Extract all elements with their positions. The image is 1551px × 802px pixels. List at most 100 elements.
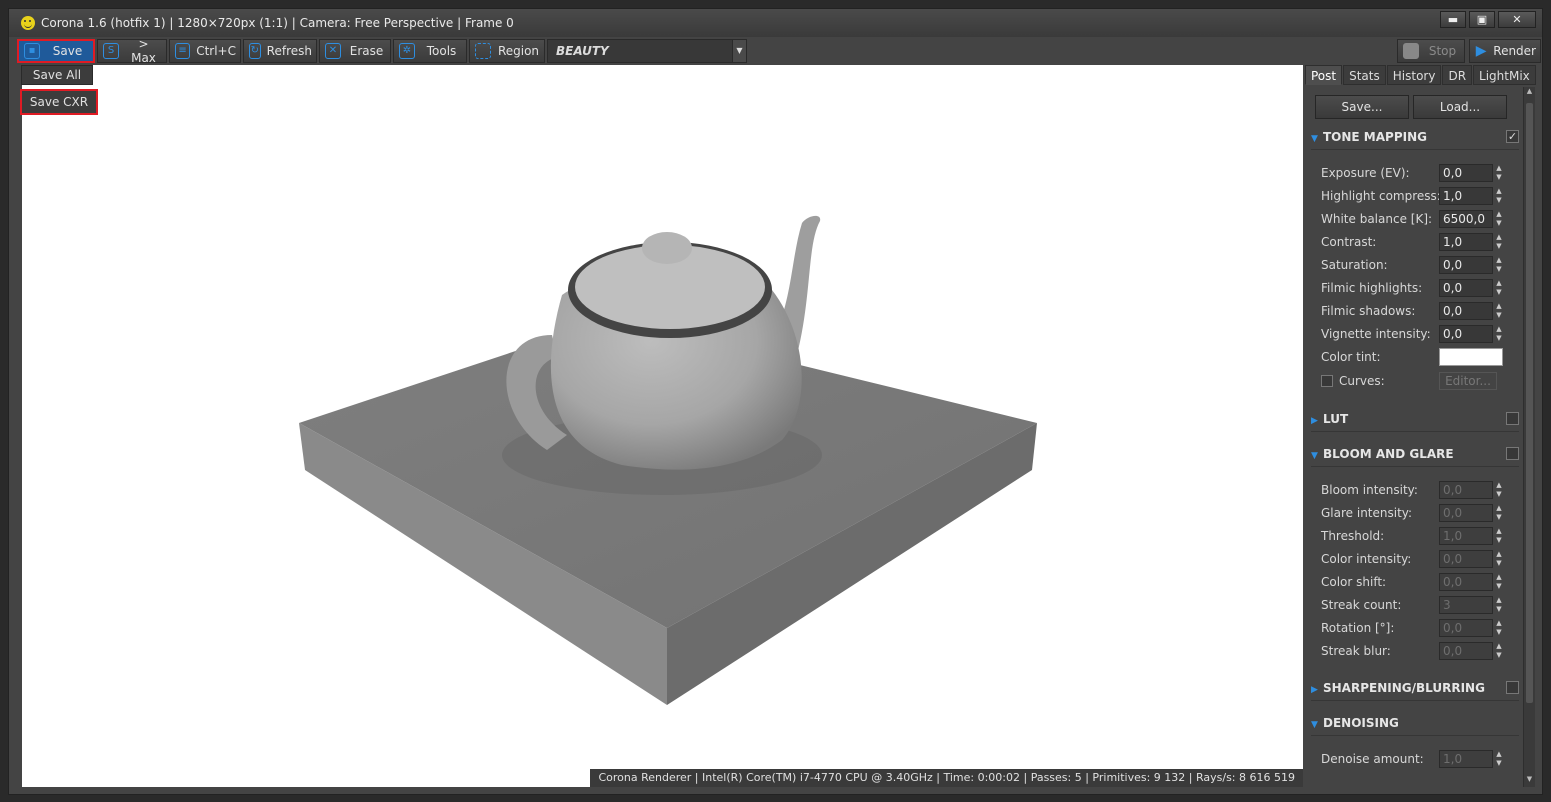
lut-header[interactable]: ▶ LUT [1311, 409, 1519, 429]
glare-intensity-row: Glare intensity: 0,0 ▲ ▼ [1321, 504, 1503, 522]
render-button[interactable]: ▶ Render [1469, 39, 1541, 63]
spinner-icon[interactable]: ▲ ▼ [1495, 187, 1503, 205]
post-save-button[interactable]: Save... [1315, 95, 1409, 119]
stop-button[interactable]: Stop [1397, 39, 1465, 63]
minimize-button[interactable]: ▬ [1440, 11, 1466, 28]
spinner-icon[interactable]: ▲ ▼ [1495, 750, 1503, 768]
threshold-row: Threshold: 1,0 ▲ ▼ [1321, 527, 1503, 545]
denoise-amount-input[interactable]: 1,0 [1439, 750, 1493, 768]
refresh-icon: ↻ [249, 43, 261, 59]
render-image [299, 215, 1037, 705]
tab-stats[interactable]: Stats [1343, 65, 1386, 85]
erase-x-icon: ✕ [325, 43, 341, 59]
divider [1311, 466, 1519, 467]
erase-button[interactable]: ✕ Erase [319, 39, 391, 63]
region-button[interactable]: Region [469, 39, 545, 63]
highlight-compress-row: Highlight compress: 1,0 ▲ ▼ [1321, 187, 1503, 205]
close-button[interactable]: ✕ [1498, 11, 1536, 28]
threshold-input[interactable]: 1,0 [1439, 527, 1493, 545]
tools-button[interactable]: ✲ Tools [393, 39, 467, 63]
background-edge [1544, 0, 1551, 802]
save-cxr-menu-item[interactable]: Save CXR [20, 89, 98, 115]
scrollbar-thumb[interactable] [1526, 103, 1533, 703]
color-shift-input[interactable]: 0,0 [1439, 573, 1493, 591]
spinner-icon[interactable]: ▲ ▼ [1495, 504, 1503, 522]
tab-lightmix[interactable]: LightMix [1473, 65, 1536, 85]
spinner-icon[interactable]: ▲ ▼ [1495, 642, 1503, 660]
tone-mapping-header[interactable]: ▼ TONE MAPPING ✓ [1311, 127, 1519, 147]
divider [1311, 735, 1519, 736]
render-status-bar: Corona Renderer | Intel(R) Core(TM) i7-4… [590, 769, 1303, 787]
bloom-glare-checkbox[interactable] [1506, 447, 1519, 460]
rotation-input[interactable]: 0,0 [1439, 619, 1493, 637]
curves-checkbox[interactable] [1321, 375, 1333, 387]
copy-button[interactable]: ≡ Ctrl+C [169, 39, 241, 63]
denoising-header[interactable]: ▼ DENOISING [1311, 713, 1519, 733]
panel-scrollbar[interactable]: ▲ ▼ [1523, 87, 1535, 787]
spinner-icon[interactable]: ▲ ▼ [1495, 481, 1503, 499]
spinner-icon[interactable]: ▲ ▼ [1495, 164, 1503, 182]
contrast-input[interactable]: 1,0 [1439, 233, 1493, 251]
saturation-input[interactable]: 0,0 [1439, 256, 1493, 274]
streak-count-row: Streak count: 3 ▲ ▼ [1321, 596, 1503, 614]
spinner-icon[interactable]: ▲ ▼ [1495, 210, 1503, 228]
white-balance-row: White balance [K]: 6500,0 ▲ ▼ [1321, 210, 1503, 228]
save-button[interactable]: ▪ Save [17, 39, 95, 63]
vfb-window: Corona 1.6 (hotfix 1) | 1280×720px (1:1)… [8, 8, 1543, 795]
spinner-icon[interactable]: ▲ ▼ [1495, 233, 1503, 251]
exposure-row: Exposure (EV): 0,0 ▲ ▼ [1321, 164, 1503, 182]
refresh-button[interactable]: ↻ Refresh [243, 39, 317, 63]
color-tint-row: Color tint: [1321, 347, 1521, 367]
filmic-shadows-input[interactable]: 0,0 [1439, 302, 1493, 320]
stop-icon [1403, 43, 1419, 59]
to-max-button[interactable]: S > Max [97, 37, 167, 65]
spinner-icon[interactable]: ▲ ▼ [1495, 550, 1503, 568]
divider [1311, 700, 1519, 701]
sharpening-header[interactable]: ▶ SHARPENING/BLURRING [1311, 678, 1519, 698]
lut-checkbox[interactable] [1506, 412, 1519, 425]
tab-dr[interactable]: DR [1442, 65, 1473, 85]
spinner-icon[interactable]: ▲ ▼ [1495, 573, 1503, 591]
play-icon: ▶ [1475, 43, 1487, 59]
render-viewport[interactable]: Corona Renderer | Intel(R) Core(TM) i7-4… [22, 65, 1303, 787]
curves-editor-button[interactable]: Editor... [1439, 372, 1497, 390]
exposure-input[interactable]: 0,0 [1439, 164, 1493, 182]
tone-mapping-checkbox[interactable]: ✓ [1506, 130, 1519, 143]
divider [1311, 431, 1519, 432]
teapot-lid-knob [642, 232, 692, 264]
tab-history[interactable]: History [1386, 65, 1442, 85]
glare-intensity-input[interactable]: 0,0 [1439, 504, 1493, 522]
filmic-highlights-input[interactable]: 0,0 [1439, 279, 1493, 297]
spinner-icon[interactable]: ▲ ▼ [1495, 256, 1503, 274]
scroll-up-icon[interactable]: ▲ [1524, 87, 1535, 99]
title-bar: Corona 1.6 (hotfix 1) | 1280×720px (1:1)… [9, 9, 1542, 37]
spinner-icon[interactable]: ▲ ▼ [1495, 325, 1503, 343]
spinner-icon[interactable]: ▲ ▼ [1495, 527, 1503, 545]
highlight-compress-input[interactable]: 1,0 [1439, 187, 1493, 205]
spinner-icon[interactable]: ▲ ▼ [1495, 619, 1503, 637]
streak-blur-row: Streak blur: 0,0 ▲ ▼ [1321, 642, 1503, 660]
spinner-icon[interactable]: ▲ ▼ [1495, 279, 1503, 297]
region-select-icon [475, 43, 491, 59]
spinner-icon[interactable]: ▲ ▼ [1495, 302, 1503, 320]
bloom-glare-header[interactable]: ▼ BLOOM AND GLARE [1311, 444, 1519, 464]
streak-blur-input[interactable]: 0,0 [1439, 642, 1493, 660]
vignette-input[interactable]: 0,0 [1439, 325, 1493, 343]
streak-count-input[interactable]: 3 [1439, 596, 1493, 614]
color-intensity-input[interactable]: 0,0 [1439, 550, 1493, 568]
sharpening-checkbox[interactable] [1506, 681, 1519, 694]
post-load-button[interactable]: Load... [1413, 95, 1507, 119]
white-balance-input[interactable]: 6500,0 [1439, 210, 1493, 228]
denoise-amount-row: Denoise amount: 1,0 ▲ ▼ [1321, 750, 1503, 768]
render-channel-select[interactable]: BEAUTY ▼ [547, 39, 747, 63]
maximize-button[interactable]: ▣ [1469, 11, 1495, 28]
scroll-down-icon[interactable]: ▼ [1524, 775, 1535, 787]
tab-post[interactable]: Post [1305, 65, 1343, 85]
chevron-down-icon: ▼ [732, 40, 746, 62]
spinner-icon[interactable]: ▲ ▼ [1495, 596, 1503, 614]
bloom-intensity-input[interactable]: 0,0 [1439, 481, 1493, 499]
save-all-menu-item[interactable]: Save All [21, 65, 93, 85]
rotation-row: Rotation [°]: 0,0 ▲ ▼ [1321, 619, 1503, 637]
color-tint-swatch[interactable] [1439, 348, 1503, 366]
panel-tabs: Post Stats History DR LightMix [1305, 65, 1536, 85]
